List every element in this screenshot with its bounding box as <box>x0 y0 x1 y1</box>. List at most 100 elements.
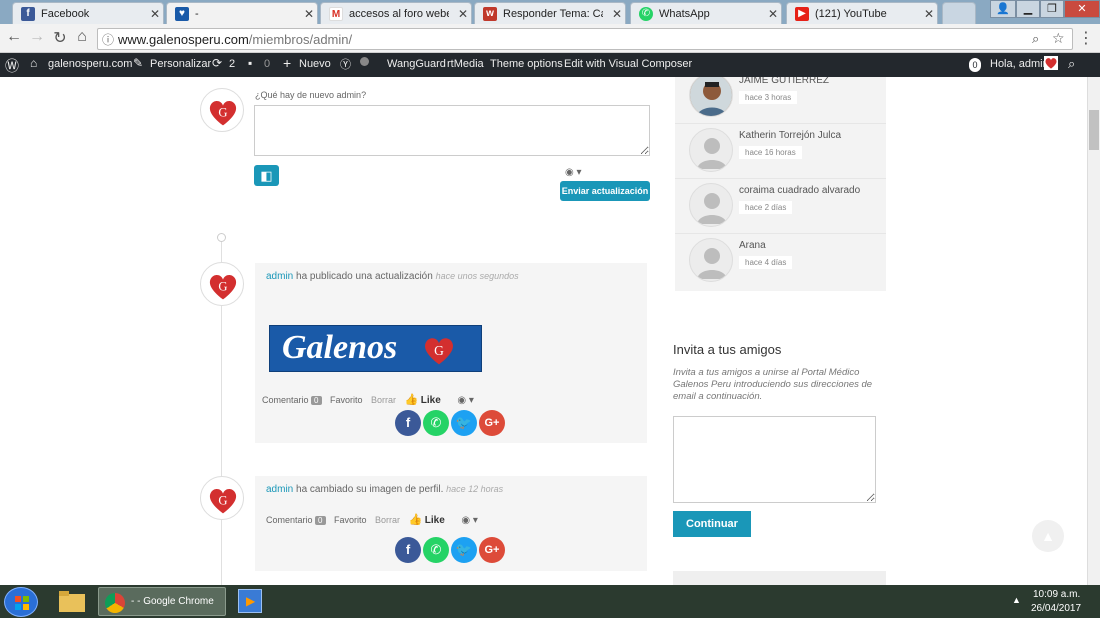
minimize-button[interactable]: ▁ <box>1016 0 1040 18</box>
customize-link[interactable]: Personalizar <box>150 58 211 70</box>
delete-button[interactable]: Borrar <box>375 515 400 525</box>
avatar[interactable]: G <box>200 262 244 306</box>
comment-button[interactable]: Comentario <box>262 395 309 405</box>
favorite-button[interactable]: Favorito <box>334 515 367 525</box>
clock-date[interactable]: 26/04/2017 <box>1031 603 1081 614</box>
restore-button[interactable]: ❐ <box>1040 0 1064 18</box>
close-icon[interactable]: ✕ <box>301 7 317 21</box>
chrome-taskbar-button[interactable]: - - Google Chrome <box>98 587 226 616</box>
privacy-selector[interactable]: ◉ ▾ <box>565 167 582 178</box>
close-icon[interactable]: ✕ <box>455 7 471 21</box>
privacy-selector[interactable]: ◉ ▾ <box>457 395 474 406</box>
whatsapp-share-icon[interactable]: ✆ <box>423 410 449 436</box>
tab-facebook[interactable]: f Facebook ✕ <box>12 2 164 24</box>
continue-button[interactable]: Continuar <box>673 511 751 537</box>
star-icon[interactable]: ☆ <box>1052 30 1065 47</box>
activity-user-link[interactable]: admin <box>266 271 293 282</box>
scrollbar-thumb[interactable] <box>1089 110 1099 150</box>
googleplus-share-icon[interactable]: G+ <box>479 410 505 436</box>
avatar[interactable] <box>689 77 733 117</box>
start-button[interactable] <box>4 587 38 617</box>
like-button[interactable]: Like <box>425 515 445 526</box>
member-name[interactable]: coraima cuadrado alvarado <box>739 185 860 196</box>
reload-icon[interactable]: ↻ <box>50 28 70 48</box>
wangguard-link[interactable]: WangGuard <box>387 58 446 70</box>
media-upload-button[interactable]: ◧ <box>254 165 279 186</box>
list-item[interactable]: JAIME GUTIERREZ hace 3 horas <box>675 77 886 124</box>
avatar[interactable] <box>689 128 733 172</box>
admin-avatar[interactable] <box>1044 56 1058 70</box>
updates-icon[interactable]: ⟳ <box>212 56 222 70</box>
member-name[interactable]: Arana <box>739 240 766 251</box>
forward-icon[interactable]: → <box>27 28 47 46</box>
facebook-share-icon[interactable]: f <box>395 410 421 436</box>
activity-time[interactable]: hace unos segundos <box>436 271 519 281</box>
file-explorer-icon[interactable] <box>56 588 88 615</box>
twitter-share-icon[interactable]: 🐦 <box>451 410 477 436</box>
facebook-share-icon[interactable]: f <box>395 537 421 563</box>
svg-text:G: G <box>218 106 227 120</box>
close-icon[interactable]: ✕ <box>147 7 163 21</box>
yoast-icon[interactable]: Ⓨ <box>340 56 351 72</box>
delete-button[interactable]: Borrar <box>371 395 396 405</box>
search-icon[interactable]: ⌕ <box>1068 56 1075 72</box>
member-name[interactable]: Katherin Torrejón Julca <box>739 130 841 141</box>
list-item[interactable]: coraima cuadrado alvarado hace 2 días <box>675 179 886 234</box>
back-icon[interactable]: ← <box>4 28 24 46</box>
comment-icon[interactable]: ▪ <box>248 56 252 70</box>
invite-emails-textarea[interactable] <box>673 416 876 503</box>
address-bar[interactable]: ⓘ www.galenosperu.com/miembros/admin/ ⌕ … <box>97 28 1073 50</box>
info-icon[interactable]: ⓘ <box>102 31 114 48</box>
avatar[interactable] <box>689 183 733 227</box>
updates-count: 2 <box>229 58 236 70</box>
submit-update-button[interactable]: Enviar actualización <box>560 181 650 201</box>
whats-new-textarea[interactable] <box>254 105 650 156</box>
like-button[interactable]: Like <box>421 395 441 406</box>
back-to-top-button[interactable]: ▲ <box>1032 520 1064 552</box>
svg-text:G: G <box>218 494 227 508</box>
close-icon[interactable]: ✕ <box>921 7 937 21</box>
tab-responder-tema[interactable]: w Responder Tema: Cambi ✕ <box>474 2 626 24</box>
list-item[interactable]: Katherin Torrejón Julca hace 16 horas <box>675 124 886 179</box>
avatar[interactable]: G <box>200 476 244 520</box>
googleplus-share-icon[interactable]: G+ <box>479 537 505 563</box>
whatsapp-share-icon[interactable]: ✆ <box>423 537 449 563</box>
facebook-icon: f <box>21 6 35 21</box>
tab-gmail[interactable]: M accesos al foro webempr ✕ <box>320 2 472 24</box>
rtmedia-link[interactable]: rtMedia <box>447 58 484 70</box>
member-name[interactable]: JAIME GUTIERREZ <box>739 77 829 86</box>
avatar[interactable] <box>689 238 733 282</box>
close-icon[interactable]: ✕ <box>765 7 781 21</box>
tab-whatsapp[interactable]: ✆ WhatsApp ✕ <box>630 2 782 24</box>
scrollbar[interactable] <box>1087 77 1100 585</box>
site-link[interactable]: galenosperu.com <box>48 58 132 70</box>
list-item[interactable]: Arana hace 4 días <box>675 234 886 289</box>
plus-icon: + <box>283 55 292 71</box>
activity-user-link[interactable]: admin <box>266 484 293 495</box>
privacy-selector[interactable]: ◉ ▾ <box>461 515 478 526</box>
tray-arrow-icon[interactable]: ▲ <box>1012 595 1021 605</box>
person-icon[interactable]: 👤 <box>990 0 1016 18</box>
clock-time[interactable]: 10:09 a.m. <box>1033 589 1080 600</box>
wordpress-icon[interactable]: Ⓦ <box>5 56 19 76</box>
activity-time[interactable]: hace 12 horas <box>446 484 503 494</box>
theme-options-link[interactable]: Theme options <box>490 58 563 70</box>
close-icon[interactable]: ✕ <box>609 7 625 21</box>
avatar[interactable]: G <box>200 88 244 132</box>
comment-button[interactable]: Comentario <box>266 515 313 525</box>
tab-youtube[interactable]: ▶ (121) YouTube ✕ <box>786 2 938 24</box>
tab-galenos[interactable]: ♥ - ✕ <box>166 2 318 24</box>
new-tab-button[interactable] <box>942 2 976 24</box>
twitter-share-icon[interactable]: 🐦 <box>451 537 477 563</box>
galenos-image[interactable]: Galenos G <box>269 325 482 372</box>
search-icon[interactable]: ⌕ <box>1032 31 1039 47</box>
media-player-icon[interactable]: ▶ <box>238 589 262 613</box>
account-link[interactable]: Hola, admin <box>990 58 1049 70</box>
home-icon[interactable]: ⌂ <box>72 28 92 46</box>
new-link[interactable]: Nuevo <box>299 58 331 70</box>
window-close-button[interactable]: ✕ <box>1064 0 1100 18</box>
visual-composer-link[interactable]: Edit with Visual Composer <box>564 58 692 70</box>
menu-icon[interactable]: ⋮ <box>1076 28 1096 48</box>
notifications-badge[interactable]: 0 <box>969 58 981 72</box>
favorite-button[interactable]: Favorito <box>330 395 363 405</box>
